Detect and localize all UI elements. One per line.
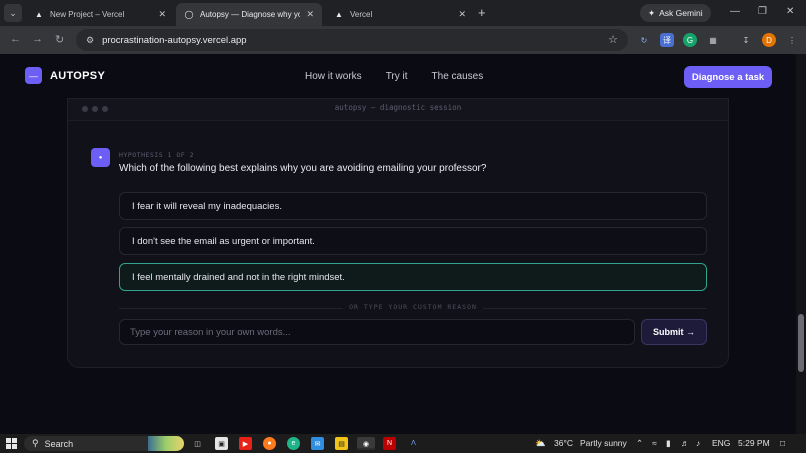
extension-sync-icon[interactable]: ↻ (637, 33, 651, 47)
close-window-icon[interactable]: ✕ (786, 6, 794, 17)
download-icon[interactable]: ↧ (739, 33, 753, 47)
site-logo[interactable]: — AUTOPSY (25, 67, 105, 84)
custom-reason-divider: OR TYPE YOUR CUSTOM REASON (119, 303, 707, 313)
new-tab-button[interactable]: + (478, 5, 486, 20)
question-text: Which of the following best explains why… (119, 163, 487, 174)
close-tab-icon[interactable]: ✕ (158, 9, 166, 20)
tab-search-chevron-icon[interactable]: ⌄ (4, 4, 22, 22)
ask-gemini-button[interactable]: ✦ Ask Gemini (640, 4, 711, 22)
gemini-sparkle-icon: ✦ (648, 7, 656, 18)
mail-icon[interactable]: ✉ (311, 437, 324, 450)
back-arrow-icon[interactable]: ← (10, 33, 21, 45)
tab-title: Autopsy — Diagnose why you' (200, 10, 301, 19)
store-icon[interactable]: ▣ (215, 437, 228, 450)
logo-text: AUTOPSY (50, 69, 106, 82)
ask-gemini-label: Ask Gemini (659, 8, 703, 18)
session-title: autopsy — diagnostic session (334, 103, 462, 112)
tray-chevron-icon[interactable]: ⌃ (636, 438, 643, 449)
session-header: autopsy — diagnostic session (68, 99, 728, 121)
hypothesis-label: HYPOTHESIS 1 OF 2 (119, 151, 195, 159)
windows-taskbar: ⚲ Search ◫ ▣ ▶ ● e ✉ ▤ ◉ N Λ ⛅ 36°C Part… (0, 434, 806, 453)
forward-arrow-icon[interactable]: → (32, 33, 43, 45)
divider-text: OR TYPE YOUR CUSTOM REASON (349, 303, 477, 311)
reload-icon[interactable]: ↻ (55, 33, 64, 46)
page-scrollbar[interactable] (796, 54, 806, 434)
search-label: Search (44, 438, 74, 449)
nav-how-it-works[interactable]: How it works (305, 71, 362, 82)
weather-description[interactable]: Partly sunny (580, 438, 627, 448)
search-icon: ⚲ (32, 438, 39, 448)
site-info-icon[interactable]: ⚙ (86, 35, 94, 46)
clock[interactable]: 5:29 PM (738, 438, 770, 448)
grammarly-icon[interactable]: G (683, 33, 697, 47)
minimize-icon[interactable]: — (730, 6, 740, 17)
extensions-puzzle-icon[interactable]: ▦ (706, 33, 720, 47)
vs-code-app-icon[interactable]: Λ (407, 437, 420, 450)
site-nav-links: How it works Try it The causes (305, 71, 483, 82)
submit-button[interactable]: Submit → (641, 319, 707, 345)
notifications-icon[interactable]: □ (780, 438, 785, 448)
vercel-triangle-icon: ▲ (335, 10, 343, 19)
autopsy-logo-icon: — (25, 67, 42, 84)
tab-autopsy[interactable]: ◯ Autopsy — Diagnose why you' ✕ (176, 3, 322, 26)
bookmark-star-icon[interactable]: ☆ (608, 33, 618, 46)
translate-extension-icon[interactable]: 译 (660, 33, 674, 47)
answer-option[interactable]: I don't see the email as urgent or impor… (119, 227, 707, 255)
battery-icon[interactable]: ▮ (666, 438, 671, 449)
tab-title: Vercel (350, 10, 373, 19)
edge-icon[interactable]: e (287, 437, 300, 450)
scrollbar-thumb[interactable] (798, 314, 804, 372)
restore-icon[interactable]: ❐ (758, 6, 767, 17)
volume-icon[interactable]: ♬ (681, 438, 690, 448)
tab-vercel[interactable]: ▲ Vercel ✕ (326, 3, 474, 26)
tab-title: New Project – Vercel (50, 10, 125, 19)
vercel-triangle-icon: ▲ (35, 10, 43, 19)
hypothesis-dot-icon: ● (91, 148, 110, 167)
browser-toolbar: ← → ↻ ⚙ procrastination-autopsy.vercel.a… (0, 26, 806, 54)
wifi-icon[interactable]: ≈ (652, 438, 657, 448)
search-highlight-image (148, 436, 184, 451)
speaker-icon[interactable]: ♪ (696, 438, 700, 448)
close-tab-icon[interactable]: ✕ (306, 9, 314, 20)
firefox-icon[interactable]: ● (263, 437, 276, 450)
page-content: — AUTOPSY How it works Try it The causes… (0, 54, 796, 434)
tab-new-project-vercel[interactable]: ▲ New Project – Vercel ✕ (26, 3, 174, 26)
taskbar-search[interactable]: ⚲ Search (24, 436, 184, 451)
browser-tab-strip: ⌄ ▲ New Project – Vercel ✕ ◯ Autopsy — D… (0, 0, 806, 26)
windows-start-icon[interactable] (6, 438, 17, 449)
custom-reason-input[interactable] (119, 319, 635, 345)
url-text: procrastination-autopsy.vercel.app (102, 34, 247, 46)
globe-icon: ◯ (184, 10, 194, 19)
close-tab-icon[interactable]: ✕ (458, 9, 466, 20)
address-bar[interactable]: ⚙ procrastination-autopsy.vercel.app ☆ (76, 29, 628, 51)
site-header: — AUTOPSY How it works Try it The causes… (0, 54, 796, 98)
weather-icon: ⛅ (535, 438, 546, 448)
weather-temp[interactable]: 36°C (554, 438, 573, 448)
file-explorer-icon[interactable]: ▤ (335, 437, 348, 450)
diagnose-task-button[interactable]: Diagnose a task (684, 66, 772, 88)
chrome-icon[interactable]: ◉ (357, 437, 375, 450)
answer-option[interactable]: I fear it will reveal my inadequacies. (119, 192, 707, 220)
youtube-icon[interactable]: ▶ (239, 437, 252, 450)
diagnostic-session-panel: autopsy — diagnostic session ● HYPOTHESI… (67, 98, 729, 368)
language-indicator[interactable]: ENG (712, 438, 730, 448)
profile-avatar[interactable]: D (762, 33, 776, 47)
menu-dots-icon[interactable]: ⋮ (785, 33, 799, 47)
red-app-icon[interactable]: N (383, 437, 396, 450)
answer-option-selected[interactable]: I feel mentally drained and not in the r… (119, 263, 707, 291)
task-view-icon[interactable]: ◫ (191, 437, 204, 450)
nav-the-causes[interactable]: The causes (432, 71, 484, 82)
nav-try-it[interactable]: Try it (386, 71, 408, 82)
